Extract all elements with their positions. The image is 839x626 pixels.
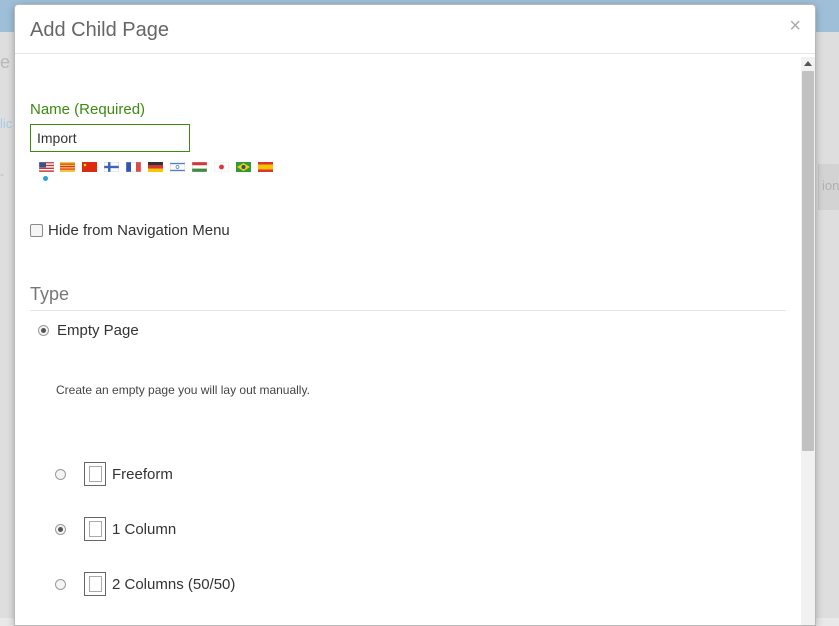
germany-flag-icon[interactable] [148, 162, 163, 172]
background-text-fragment: ions [822, 178, 839, 193]
selected-language-indicator [43, 176, 48, 181]
us-flag-icon[interactable] [39, 162, 54, 172]
layout-label: Freeform [112, 465, 173, 483]
layout-label: 2 Columns (50/50) [112, 575, 236, 593]
catalonia-flag-icon[interactable] [60, 162, 75, 172]
hungary-flag-icon[interactable] [192, 162, 207, 172]
empty-page-description: Create an empty page you will lay out ma… [56, 383, 310, 397]
hide-from-nav-label: Hide from Navigation Menu [48, 222, 230, 239]
brazil-flag-icon[interactable] [236, 162, 251, 172]
layout-radio[interactable] [55, 468, 66, 480]
layout-radio[interactable] [55, 523, 66, 535]
background-text-fragment: e [0, 52, 11, 72]
background-link-fragment: lic [0, 116, 13, 131]
layout-option-2-columns[interactable]: 2 Columns (50/50) [55, 572, 235, 596]
modal-title: Add Child Page [30, 19, 169, 41]
finland-flag-icon[interactable] [104, 162, 119, 172]
hide-from-nav-option[interactable]: Hide from Navigation Menu [30, 222, 230, 239]
spain-flag-icon[interactable] [258, 162, 273, 172]
layout-thumbnail-icon [84, 462, 106, 486]
layout-label: 1 Column [112, 520, 177, 538]
layout-option-1-column[interactable]: 1 Column [55, 517, 176, 541]
divider [30, 310, 786, 311]
layout-option-freeform[interactable]: Freeform [55, 462, 173, 486]
israel-flag-icon[interactable] [170, 162, 185, 172]
scroll-up-arrow-icon[interactable] [804, 61, 812, 66]
scrollbar-thumb[interactable] [802, 71, 814, 451]
background-text-fragment: - [0, 167, 4, 181]
name-field-label: Name (Required) [30, 101, 146, 118]
background-button-fragment: ions [818, 164, 839, 210]
empty-page-option[interactable]: Empty Page [38, 322, 139, 339]
modal-header: Add Child Page × [15, 5, 815, 54]
france-flag-icon[interactable] [126, 162, 141, 172]
modal-scrollbar[interactable] [801, 57, 815, 625]
layout-thumbnail-icon [84, 572, 106, 596]
close-icon[interactable]: × [789, 16, 801, 36]
add-child-page-dialog: Add Child Page × Name (Required) Import … [14, 4, 816, 626]
type-heading: Type [30, 284, 70, 304]
hide-from-nav-checkbox[interactable] [30, 224, 43, 237]
name-input[interactable] [30, 124, 190, 152]
china-flag-icon[interactable] [82, 162, 97, 172]
japan-flag-icon[interactable] [214, 162, 229, 172]
layout-radio[interactable] [55, 578, 66, 590]
layout-thumbnail-icon [84, 517, 106, 541]
empty-page-radio[interactable] [38, 325, 49, 336]
empty-page-label: Empty Page [57, 322, 139, 339]
